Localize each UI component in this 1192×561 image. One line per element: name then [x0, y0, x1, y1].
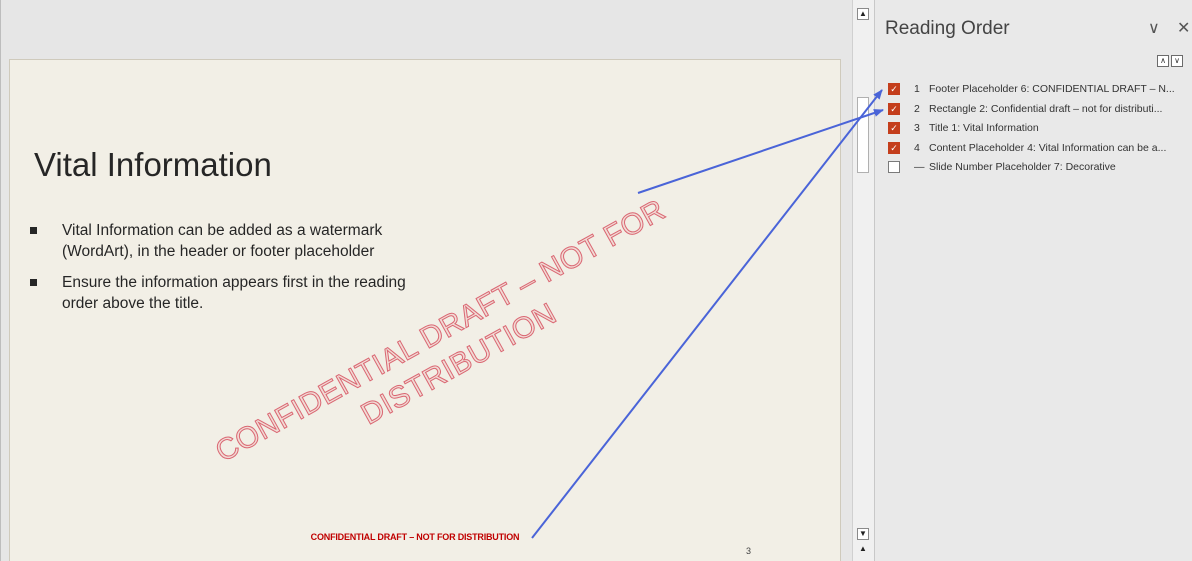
scroll-down-arrow-icon[interactable]: ▼ [857, 528, 869, 540]
item-label: Title 1: Vital Information [929, 122, 1039, 134]
scroll-up-arrow-icon[interactable]: ▲ [857, 8, 869, 20]
item-label: Slide Number Placeholder 7: Decorative [929, 161, 1116, 173]
bullet-text: Ensure the information appears first in … [62, 274, 406, 312]
bullet-item: Ensure the information appears first in … [28, 272, 408, 314]
checkbox-checked-icon[interactable]: ✓ [888, 102, 900, 115]
scroll-thumb[interactable] [857, 97, 869, 173]
item-label: Rectangle 2: Confidential draft – not fo… [929, 102, 1163, 115]
list-item[interactable]: — Slide Number Placeholder 7: Decorative [888, 159, 1192, 179]
item-label: Footer Placeholder 6: CONFIDENTIAL DRAFT… [929, 83, 1175, 95]
checkbox-checked-icon[interactable]: ✓ [888, 83, 900, 95]
close-icon[interactable]: ✕ [1177, 18, 1190, 38]
reading-order-pane: Reading Order ∨ ✕ ∧ ∨ ✓ 1 Footer Placeho… [874, 0, 1192, 561]
list-item[interactable]: ✓ 3 Title 1: Vital Information [888, 120, 1192, 140]
pane-title: Reading Order [885, 18, 1010, 39]
chevron-down-icon[interactable]: ∨ [1148, 18, 1160, 38]
footer-placeholder[interactable]: CONFIDENTIAL DRAFT – NOT FOR DISTRIBUTIO… [290, 532, 540, 542]
item-number: — [914, 161, 925, 173]
slide-canvas[interactable]: Vital Information Vital Information can … [9, 59, 841, 561]
content-placeholder[interactable]: Vital Information can be added as a wate… [28, 220, 408, 324]
move-down-button[interactable]: ∨ [1171, 55, 1183, 67]
item-number: 2 [914, 102, 920, 115]
previous-slide-icon[interactable]: ▲ [857, 544, 869, 556]
watermark-line: CONFIDENTIAL DRAFT – NOT FOR [210, 193, 672, 469]
list-item[interactable]: ✓ 2 Rectangle 2: Confidential draft – no… [888, 101, 1192, 121]
bullet-text: Vital Information can be added as a wate… [62, 222, 383, 260]
vertical-scrollbar[interactable]: ▲ ▼ ▲ [852, 0, 874, 561]
item-label: Content Placeholder 4: Vital Information… [929, 141, 1167, 154]
slide-title[interactable]: Vital Information [34, 146, 272, 184]
item-number: 3 [914, 122, 920, 134]
item-number: 4 [914, 141, 920, 154]
checkbox-unchecked-icon[interactable] [888, 161, 900, 173]
list-item[interactable]: ✓ 4 Content Placeholder 4: Vital Informa… [888, 140, 1192, 160]
square-bullet-icon [30, 227, 37, 234]
checkbox-checked-icon[interactable]: ✓ [888, 122, 900, 134]
bullet-item: Vital Information can be added as a wate… [28, 220, 408, 262]
reading-order-list: ✓ 1 Footer Placeholder 6: CONFIDENTIAL D… [888, 81, 1192, 179]
checkbox-checked-icon[interactable]: ✓ [888, 141, 900, 154]
move-up-button[interactable]: ∧ [1157, 55, 1169, 67]
item-number: 1 [914, 83, 920, 95]
square-bullet-icon [30, 279, 37, 286]
list-item[interactable]: ✓ 1 Footer Placeholder 6: CONFIDENTIAL D… [888, 81, 1192, 101]
slide-editor-area: Vital Information Vital Information can … [0, 0, 852, 561]
slide-number: 3 [746, 546, 752, 556]
